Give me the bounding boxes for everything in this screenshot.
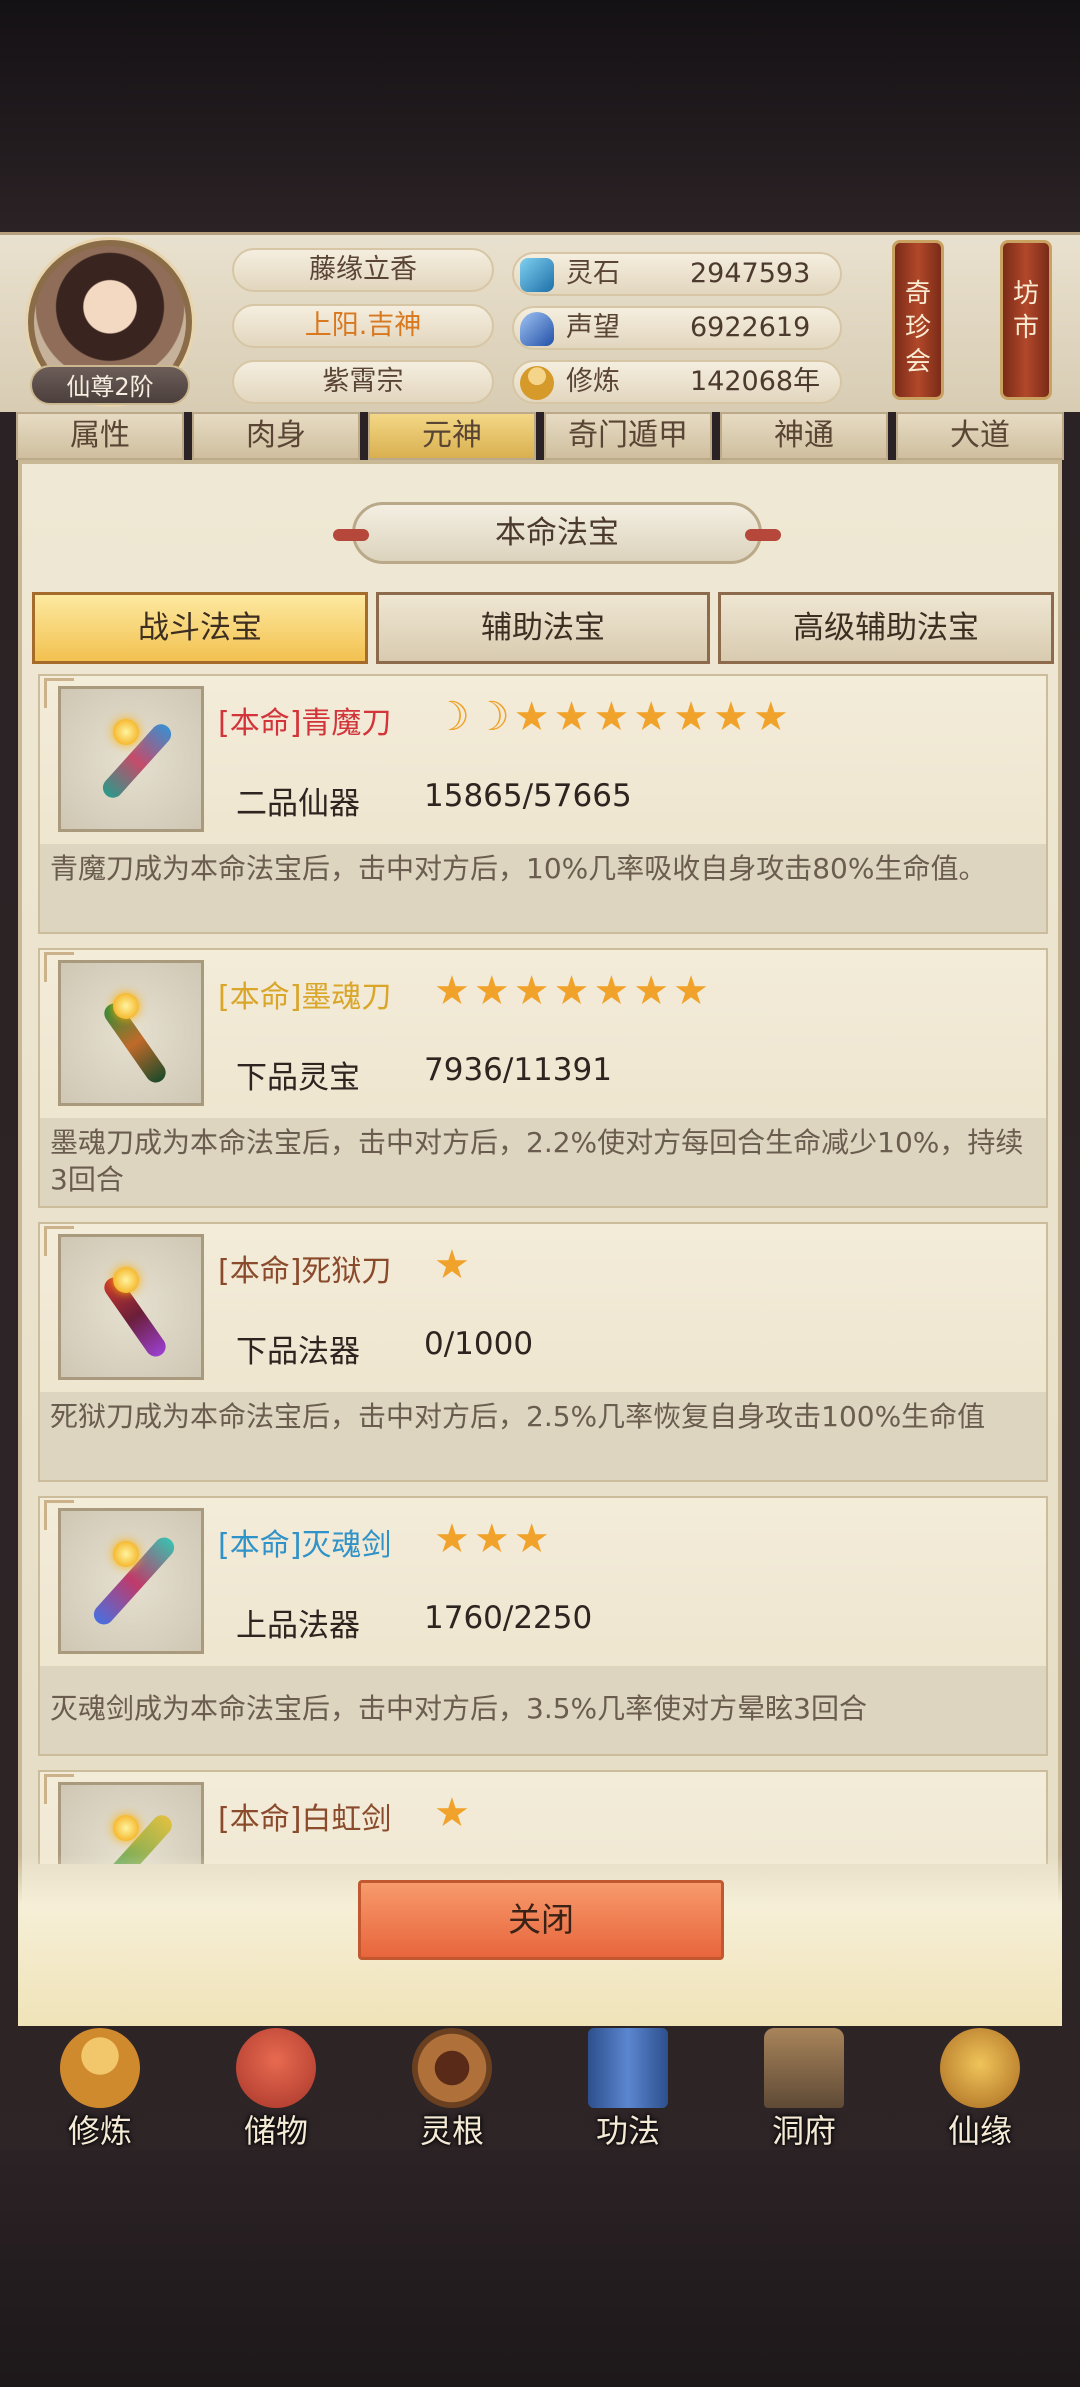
- market-label: 坊市: [1012, 279, 1039, 343]
- treasure-card[interactable]: [本命]死狱刀 ★ 下品法器 0/1000 死狱刀成为本命法宝后，击中对方后，2…: [38, 1222, 1048, 1482]
- nav-spirit-root[interactable]: 灵根: [392, 2024, 512, 2154]
- treasure-fair-button[interactable]: 奇珍会: [892, 240, 944, 400]
- gem-icon: [113, 993, 139, 1019]
- treasure-thumbnail[interactable]: [58, 1782, 204, 1864]
- top-backdrop: [0, 0, 1080, 232]
- panel-title: 本命法宝: [333, 502, 781, 564]
- treasure-thumbnail[interactable]: [58, 1234, 204, 1380]
- nav-fate[interactable]: 仙缘: [920, 2024, 1040, 2154]
- nav-cultivate[interactable]: 修炼: [40, 2024, 160, 2154]
- star-rating: ★: [434, 1790, 474, 1836]
- tab-body[interactable]: 肉身: [192, 412, 360, 460]
- treasure-name: [本命]灭魂剑: [218, 1528, 392, 1563]
- treasure-description: 青魔刀成为本命法宝后，击中对方后，10%几率吸收自身攻击80%生命值。: [40, 844, 1046, 932]
- resource-label: 声望: [566, 312, 620, 343]
- subtab-support-treasure[interactable]: 辅助法宝: [376, 592, 710, 664]
- spirit-stone-icon: [520, 258, 554, 292]
- gem-icon: [113, 1815, 139, 1841]
- player-sect: 紫霄宗: [232, 360, 494, 404]
- resource-cultivation: 修炼 142068年: [512, 360, 842, 404]
- tab-soul[interactable]: 元神: [368, 412, 536, 460]
- nav-label: 洞府: [771, 2112, 836, 2150]
- nav-label: 仙缘: [947, 2112, 1012, 2150]
- monk-icon: [60, 2028, 140, 2108]
- resource-value: 142068年: [690, 366, 821, 397]
- treasure-name: [本命]死狱刀: [218, 1254, 392, 1289]
- treasure-grade: 下品灵宝: [236, 1060, 360, 1096]
- treasure-exp: 15865/57665: [424, 778, 632, 814]
- treasure-description: 死狱刀成为本命法宝后，击中对方后，2.5%几率恢复自身攻击100%生命值: [40, 1392, 1046, 1480]
- gourd-icon: [940, 2028, 1020, 2108]
- nav-label: 储物: [243, 2112, 308, 2150]
- treasure-panel: 本命法宝 战斗法宝 辅助法宝 高级辅助法宝 [本命]青魔刀 ☽☽★★★★★★★ …: [18, 460, 1062, 2026]
- treasure-grade: 二品仙器: [236, 786, 360, 822]
- treasure-grade: 下品法器: [236, 1334, 360, 1370]
- treasure-thumbnail[interactable]: [58, 960, 204, 1106]
- treasure-thumbnail[interactable]: [58, 1508, 204, 1654]
- star-rating: ★: [434, 1242, 474, 1288]
- bottom-nav: 修炼 储物 灵根 功法 洞府 仙缘: [0, 2024, 1080, 2154]
- treasure-card[interactable]: [本命]灭魂剑 ★★★ 上品法器 1760/2250 灭魂剑成为本命法宝后，击中…: [38, 1496, 1048, 1756]
- resource-prestige: 声望 6922619: [512, 306, 842, 350]
- gem-icon: [113, 1267, 139, 1293]
- resource-spirit-stone: 灵石 2947593: [512, 252, 842, 296]
- subtab-advanced-support-treasure[interactable]: 高级辅助法宝: [718, 592, 1054, 664]
- treasure-exp: 7936/11391: [424, 1052, 612, 1088]
- tab-skills[interactable]: 神通: [720, 412, 888, 460]
- treasure-subtabs: 战斗法宝 辅助法宝 高级辅助法宝: [32, 592, 1056, 664]
- player-rank: 仙尊2阶: [30, 365, 190, 405]
- nav-label: 功法: [595, 2112, 660, 2150]
- resource-label: 修炼: [566, 366, 620, 397]
- treasure-grade: 上品法器: [236, 1608, 360, 1644]
- main-tabs: 属性 肉身 元神 奇门遁甲 神通 大道: [16, 412, 1064, 460]
- resource-value: 6922619: [690, 312, 811, 343]
- resource-value: 2947593: [690, 258, 811, 289]
- treasure-name: [本命]青魔刀: [218, 706, 392, 741]
- star-rating: ☽☽★★★★★★★: [434, 694, 793, 740]
- book-icon: [588, 2028, 668, 2108]
- treasure-exp: 0/1000: [424, 1326, 534, 1362]
- star-rating: ★★★★★★★: [434, 968, 714, 1014]
- bottom-backdrop: [0, 2150, 1080, 2387]
- player-name: 藤缘立香: [232, 248, 494, 292]
- market-button[interactable]: 坊市: [1000, 240, 1052, 400]
- treasure-description: 灭魂剑成为本命法宝后，击中对方后，3.5%几率使对方晕眩3回合: [40, 1666, 1046, 1754]
- cave-house-icon: [764, 2028, 844, 2108]
- prestige-icon: [520, 312, 554, 346]
- nav-label: 修炼: [67, 2112, 132, 2150]
- player-title: 上阳.吉神: [232, 304, 494, 348]
- tab-dao[interactable]: 大道: [896, 412, 1064, 460]
- close-button[interactable]: 关闭: [358, 1880, 724, 1960]
- treasure-fair-label: 奇珍会: [904, 279, 931, 377]
- gem-icon: [113, 719, 139, 745]
- treasure-card[interactable]: [本命]白虹剑 ★: [38, 1770, 1048, 1864]
- treasure-list[interactable]: [本命]青魔刀 ☽☽★★★★★★★ 二品仙器 15865/57665 青魔刀成为…: [38, 674, 1048, 1864]
- tab-attributes[interactable]: 属性: [16, 412, 184, 460]
- treasure-description: 墨魂刀成为本命法宝后，击中对方后，2.2%使对方每回合生命减少10%，持续3回合: [40, 1118, 1046, 1206]
- subtab-combat-treasure[interactable]: 战斗法宝: [32, 592, 368, 664]
- taiji-icon: [412, 2028, 492, 2108]
- nav-cave[interactable]: 洞府: [744, 2024, 864, 2154]
- treasure-card[interactable]: [本命]青魔刀 ☽☽★★★★★★★ 二品仙器 15865/57665 青魔刀成为…: [38, 674, 1048, 934]
- nav-label: 灵根: [419, 2112, 484, 2150]
- gem-icon: [113, 1541, 139, 1567]
- treasure-thumbnail[interactable]: [58, 686, 204, 832]
- treasure-card[interactable]: [本命]墨魂刀 ★★★★★★★ 下品灵宝 7936/11391 墨魂刀成为本命法…: [38, 948, 1048, 1208]
- meditation-icon: [520, 366, 554, 400]
- nav-techniques[interactable]: 功法: [568, 2024, 688, 2154]
- nav-storage[interactable]: 储物: [216, 2024, 336, 2154]
- bag-icon: [236, 2028, 316, 2108]
- treasure-exp: 1760/2250: [424, 1600, 593, 1636]
- resource-label: 灵石: [566, 258, 620, 289]
- treasure-name: [本命]白虹剑: [218, 1802, 392, 1837]
- star-rating: ★★★: [434, 1516, 554, 1562]
- treasure-name: [本命]墨魂刀: [218, 980, 392, 1015]
- tab-qimen[interactable]: 奇门遁甲: [544, 412, 712, 460]
